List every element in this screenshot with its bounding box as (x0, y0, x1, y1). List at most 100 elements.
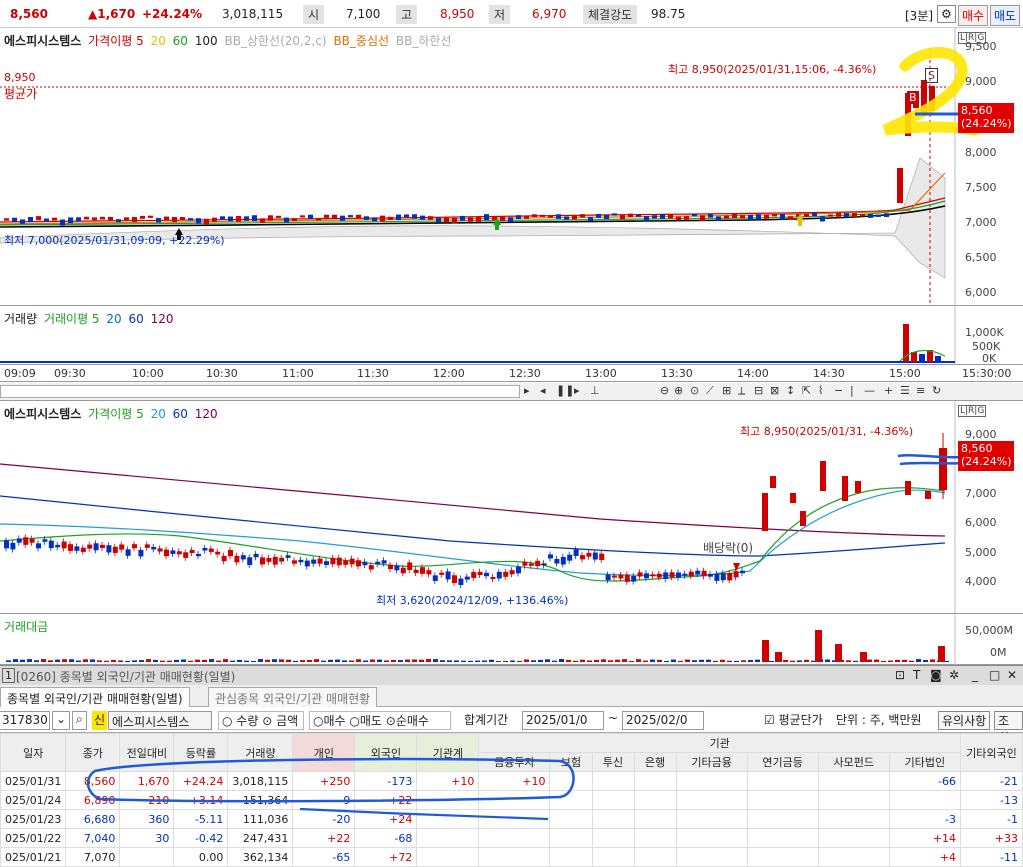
horizontal-line-icon[interactable]: — (864, 384, 875, 397)
intraday-chart[interactable]: 에스피시스템스 가격이평 5 20 60 100 BB_상한선(20,2,c) … (0, 28, 1023, 306)
legend-vol-ma120[interactable]: 120 (151, 312, 174, 326)
rewind-icon[interactable]: ◂ (540, 384, 546, 397)
vertical-line-icon[interactable]: | (850, 384, 854, 397)
intraday-volume-chart[interactable]: 거래량 거래이평 5 20 60 120 1,000K 500K 0K (0, 306, 1023, 365)
legend-bb-lower[interactable]: BB_하한선 (396, 34, 452, 48)
legend-vol-ma60[interactable]: 60 (129, 312, 144, 326)
tool-c-icon[interactable]: ⊠ (770, 384, 779, 397)
tool-f-icon[interactable]: ⌇ (818, 384, 823, 397)
tab-watchlist[interactable]: 관심종목 외국인/기관 매매현황 (208, 687, 378, 707)
col-header[interactable]: 거래량 (227, 733, 294, 772)
col-header[interactable]: 금융투자 (478, 752, 551, 772)
refresh-icon[interactable]: ↻ (932, 384, 941, 397)
legend-ma60[interactable]: 60 (173, 34, 188, 48)
col-header[interactable]: 일자 (0, 733, 67, 772)
stack-icon[interactable]: ☰ (900, 384, 910, 397)
col-header[interactable]: 기관계 (416, 733, 480, 772)
amount-bar (34, 660, 39, 662)
slider-icon[interactable]: ⊥ (590, 384, 600, 397)
daily-amount-chart[interactable]: 거래대금 50,000M 0M (0, 614, 1023, 665)
table-row[interactable]: 025/01/31 8,560 1,670 +24.24 3,018,115 +250 -1… (0, 771, 1023, 791)
tool-e-icon[interactable]: ⇱ (802, 384, 811, 397)
col-header[interactable]: 연기금등 (746, 752, 819, 772)
radio-net-label[interactable]: 순매수 (396, 714, 429, 728)
legend-vol-ma20[interactable]: 20 (106, 312, 121, 326)
col-header[interactable]: 등락률 (173, 733, 229, 772)
col-header[interactable]: 사모펀드 (817, 752, 890, 772)
link-icon[interactable]: T (913, 668, 920, 682)
qty-amt-radio[interactable]: ○ 수량 ⊙ 금액 (218, 711, 304, 730)
tool-b-icon[interactable]: ⊟ (754, 384, 763, 397)
pause-icon[interactable]: ❚❚ (556, 384, 574, 397)
buy-button[interactable]: 매수 (958, 5, 989, 26)
radio-amt-label[interactable]: 금액 (276, 714, 298, 728)
stock-code-input[interactable]: 317830 (0, 711, 50, 730)
legend-amount[interactable]: 거래대금 (4, 620, 48, 634)
menu-icon[interactable]: ≡ (916, 384, 925, 397)
date-from-input[interactable]: 2025/01/0 (522, 711, 604, 730)
tool-d-icon[interactable]: ↕ (786, 384, 795, 397)
legend-ma5[interactable]: 가격이평 5 (88, 407, 144, 421)
table-row[interactable]: 025/01/24 6,890 210 +3.14 151,364 -9 +22 -13 (0, 790, 1023, 810)
play-icon[interactable]: ▸ (574, 384, 580, 397)
pin-icon[interactable]: ⊡ (895, 668, 905, 682)
zoom-out-icon[interactable]: ⊖ (660, 384, 669, 397)
tool-a-icon[interactable]: ⟂ (738, 384, 745, 398)
legend-volume[interactable]: 거래량 (4, 312, 37, 326)
line-tool-icon[interactable]: ⟋ (706, 384, 714, 398)
tab-stock-daily[interactable]: 종목별 외국인/기관 매매현황(일별) (0, 687, 190, 707)
col-header[interactable]: 투신 (591, 752, 635, 772)
table-row[interactable]: 025/01/21 7,070 0.00 362,134 -65 +72 +4 -11 (0, 847, 1023, 867)
col-header[interactable]: 은행 (633, 752, 677, 772)
radio-sell-label[interactable]: 매도 (360, 714, 382, 728)
trade-type-radio[interactable]: ○매수 ○매도 ⊙순매수 (309, 711, 451, 730)
query-button[interactable]: 조회 (994, 711, 1023, 745)
table-row[interactable]: 025/01/23 6,680 360 -5.11 111,036 -20 +24 -3 -1 (0, 809, 1023, 829)
col-header[interactable]: 기타법인 (888, 752, 962, 772)
settings-gear-icon[interactable]: ⚙ (937, 5, 956, 23)
bar-tool-icon[interactable]: ⊞ (722, 384, 731, 397)
minimize-icon[interactable]: _ (972, 668, 978, 682)
legend-ma20[interactable]: 20 (151, 407, 166, 421)
table-cell: -173 (354, 771, 418, 791)
panel-number-icon[interactable]: 1 (2, 668, 15, 683)
legend-ma60[interactable]: 60 (173, 407, 188, 421)
chart-scrollbar[interactable] (0, 385, 520, 398)
minus-icon[interactable]: − (834, 384, 843, 397)
legend-ma100[interactable]: 100 (195, 34, 218, 48)
time-tick: 13:00 (585, 367, 617, 380)
notice-button[interactable]: 유의사항 (938, 711, 991, 730)
sell-button[interactable]: 매도 (990, 5, 1021, 26)
legend-ma120[interactable]: 120 (195, 407, 218, 421)
col-header[interactable]: 외국인 (354, 733, 418, 772)
dropdown-icon[interactable]: ⌄ (52, 711, 71, 730)
interval-label[interactable]: [3분] (905, 7, 933, 24)
legend-bb-mid[interactable]: BB_중심선 (333, 34, 389, 48)
col-header[interactable]: 기타금융 (675, 752, 748, 772)
legend-ma5[interactable]: 가격이평 5 (88, 34, 144, 48)
camera-icon[interactable]: ◙ (930, 668, 942, 682)
col-header[interactable]: 개인 (292, 733, 356, 772)
zoom-in-icon[interactable]: ⊕ (674, 384, 683, 397)
legend-bb-upper[interactable]: BB_상한선(20,2,c) (225, 34, 327, 48)
settings-icon[interactable]: ✲ (949, 668, 959, 682)
date-to-input[interactable]: 2025/02/0 (622, 711, 704, 730)
close-icon[interactable]: ✕ (1007, 668, 1017, 682)
col-header[interactable]: 종가 (65, 733, 121, 772)
col-header[interactable]: 보험 (549, 752, 593, 772)
radio-qty-label[interactable]: 수량 (236, 714, 258, 728)
plus-icon[interactable]: + (884, 384, 893, 397)
radio-buy-label[interactable]: 매수 (323, 714, 345, 728)
zoom-reset-icon[interactable]: ⊙ (690, 384, 699, 397)
maximize-icon[interactable]: □ (989, 668, 1000, 682)
daily-chart[interactable]: 에스피시스템스 가격이평 5 20 60 120 최고 8,950(2025/0… (0, 401, 1023, 614)
table-row[interactable]: 025/01/22 7,040 30 -0.42 247,431 +22 -68 +14 +33 (0, 828, 1023, 848)
table-cell (416, 847, 480, 867)
legend-vol-ma5[interactable]: 거래이평 5 (44, 312, 100, 326)
scroll-right-icon[interactable]: ▸ (524, 384, 530, 397)
col-header[interactable]: 기타외국인 (960, 733, 1023, 772)
search-icon[interactable]: ⌕ (72, 711, 87, 730)
col-header[interactable]: 전일대비 (119, 733, 175, 772)
avg-price-checkbox[interactable]: ☑ 평균단가 (764, 711, 823, 730)
legend-ma20[interactable]: 20 (151, 34, 166, 48)
